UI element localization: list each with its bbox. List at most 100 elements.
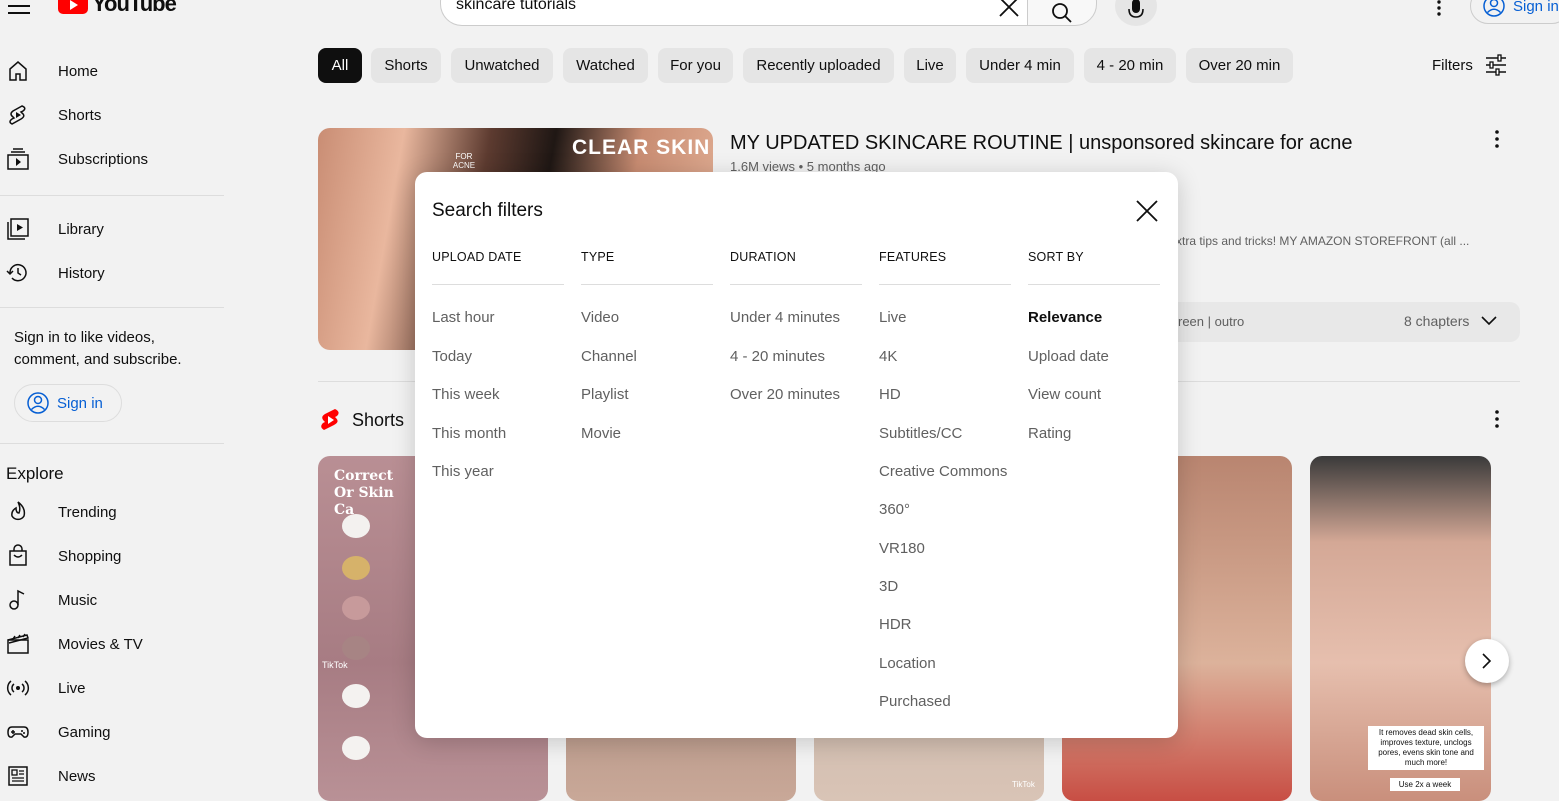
filter-option-under-4-minutes[interactable]: Under 4 minutes bbox=[730, 309, 840, 326]
sort-option-rating[interactable]: Rating bbox=[1028, 425, 1071, 442]
filter-divider bbox=[730, 284, 862, 285]
filter-header-sort-by: SORT BY bbox=[1028, 250, 1084, 264]
filter-option-over-20-minutes[interactable]: Over 20 minutes bbox=[730, 386, 840, 403]
chevron-down-icon bbox=[1481, 316, 1497, 326]
sidebar-label: News bbox=[58, 767, 96, 785]
sidebar-label: Music bbox=[58, 591, 98, 609]
video-menu-icon[interactable] bbox=[1490, 130, 1504, 148]
sign-in-button-header[interactable]: Sign in bbox=[1470, 0, 1559, 24]
chip-unwatched[interactable]: Unwatched bbox=[451, 48, 553, 83]
filter-header-duration: DURATION bbox=[730, 250, 796, 264]
live-icon bbox=[6, 680, 30, 696]
thumbnail-badge: FOR ACNE bbox=[452, 152, 476, 170]
sort-option-relevance[interactable]: Relevance bbox=[1028, 309, 1102, 326]
chip-recently-uploaded[interactable]: Recently uploaded bbox=[743, 48, 894, 83]
chip-for-you[interactable]: For you bbox=[658, 48, 733, 83]
chip-live[interactable]: Live bbox=[904, 48, 956, 83]
sidebar-item-history[interactable]: History bbox=[0, 253, 220, 293]
sidebar-label: Shorts bbox=[58, 106, 102, 124]
filter-option-vr180[interactable]: VR180 bbox=[879, 540, 925, 557]
filter-option-4k[interactable]: 4K bbox=[879, 348, 897, 365]
shopping-icon bbox=[9, 544, 27, 566]
clear-search-icon[interactable] bbox=[996, 0, 1022, 20]
shorts-logo-icon bbox=[321, 409, 339, 430]
filter-option-today[interactable]: Today bbox=[432, 348, 472, 365]
thumbnail-text: CLEAR SKIN bbox=[572, 136, 711, 159]
sidebar-item-subscriptions[interactable]: Subscriptions bbox=[0, 139, 220, 179]
filter-header-upload-date: UPLOAD DATE bbox=[432, 250, 522, 264]
history-icon bbox=[6, 264, 27, 282]
sidebar-item-shorts[interactable]: Shorts bbox=[0, 95, 220, 135]
filter-option-location[interactable]: Location bbox=[879, 655, 936, 672]
filter-option-3d[interactable]: 3D bbox=[879, 578, 898, 595]
filter-option-video[interactable]: Video bbox=[581, 309, 619, 326]
menu-icon[interactable] bbox=[8, 0, 30, 14]
chip-under-4-min[interactable]: Under 4 min bbox=[966, 48, 1074, 83]
sidebar-label: Home bbox=[58, 62, 99, 80]
search-button[interactable] bbox=[1027, 0, 1097, 26]
filter-option-subtitles[interactable]: Subtitles/CC bbox=[879, 425, 962, 442]
filters-label: Filters bbox=[1432, 56, 1473, 74]
shorts-menu-icon[interactable] bbox=[1490, 410, 1504, 428]
sidebar-label: Shopping bbox=[58, 547, 122, 565]
home-icon bbox=[9, 61, 27, 81]
short-caption: It removes dead skin cells, improves tex… bbox=[1368, 726, 1484, 770]
sidebar-label: Trending bbox=[58, 503, 117, 521]
filter-option-creative-commons[interactable]: Creative Commons bbox=[879, 463, 1007, 480]
settings-menu-icon[interactable] bbox=[1432, 0, 1446, 16]
sidebar-item-trending[interactable]: Trending bbox=[0, 492, 220, 532]
filter-option-4-20-minutes[interactable]: 4 - 20 minutes bbox=[730, 348, 825, 365]
filter-option-purchased[interactable]: Purchased bbox=[879, 693, 951, 710]
shorts-section-header: Shorts bbox=[320, 408, 404, 432]
product-swatch bbox=[342, 514, 370, 538]
filter-divider bbox=[581, 284, 713, 285]
filter-option-channel[interactable]: Channel bbox=[581, 348, 637, 365]
sidebar-item-live[interactable]: Live bbox=[0, 668, 220, 708]
sidebar-label: Gaming bbox=[58, 723, 111, 741]
shorts-next-button[interactable] bbox=[1465, 639, 1509, 683]
sidebar-item-library[interactable]: Library bbox=[0, 209, 220, 249]
sidebar-item-home[interactable]: Home bbox=[0, 51, 220, 91]
voice-search-button[interactable] bbox=[1115, 0, 1157, 26]
sidebar-label: History bbox=[58, 264, 105, 282]
chip-shorts[interactable]: Shorts bbox=[371, 48, 441, 83]
filter-option-hd[interactable]: HD bbox=[879, 386, 901, 403]
filter-option-movie[interactable]: Movie bbox=[581, 425, 621, 442]
filter-option-hdr[interactable]: HDR bbox=[879, 616, 912, 633]
filter-option-this-month[interactable]: This month bbox=[432, 425, 506, 442]
filter-option-this-week[interactable]: This week bbox=[432, 386, 500, 403]
filter-option-live[interactable]: Live bbox=[879, 309, 907, 326]
video-title[interactable]: MY UPDATED SKINCARE ROUTINE | unsponsore… bbox=[730, 132, 1352, 155]
youtube-logo[interactable]: YouTube bbox=[58, 0, 177, 16]
sort-option-upload-date[interactable]: Upload date bbox=[1028, 348, 1109, 365]
chip-4-20-min[interactable]: 4 - 20 min bbox=[1084, 48, 1176, 83]
sidebar-item-gaming[interactable]: Gaming bbox=[0, 712, 220, 752]
sidebar-item-news[interactable]: News bbox=[0, 756, 220, 796]
tiktok-watermark: TikTok bbox=[1012, 780, 1035, 789]
sign-in-label: Sign in bbox=[1513, 0, 1559, 15]
subscriptions-icon bbox=[7, 148, 29, 170]
filter-option-playlist[interactable]: Playlist bbox=[581, 386, 629, 403]
chapters-toggle[interactable]: 8 chapters bbox=[1404, 313, 1497, 329]
filters-button[interactable]: Filters bbox=[1432, 54, 1507, 76]
chip-watched[interactable]: Watched bbox=[563, 48, 648, 83]
sidebar-item-shopping[interactable]: Shopping bbox=[0, 536, 220, 576]
trending-icon bbox=[11, 501, 26, 521]
sidebar-label: Live bbox=[58, 679, 86, 697]
top-bar: YouTube skincare tutorials Sign in bbox=[0, 0, 1559, 30]
filter-option-last-hour[interactable]: Last hour bbox=[432, 309, 495, 326]
sidebar-item-music[interactable]: Music bbox=[0, 580, 220, 620]
filter-option-this-year[interactable]: This year bbox=[432, 463, 494, 480]
chip-all[interactable]: All bbox=[318, 48, 362, 83]
sort-option-view-count[interactable]: View count bbox=[1028, 386, 1101, 403]
close-icon[interactable] bbox=[1133, 197, 1161, 225]
search-query[interactable]: skincare tutorials bbox=[456, 0, 576, 14]
sign-in-button-sidebar[interactable]: Sign in bbox=[14, 384, 122, 422]
sidebar-label: Library bbox=[58, 220, 104, 238]
sidebar-label: Movies & TV bbox=[58, 635, 143, 653]
chip-over-20-min[interactable]: Over 20 min bbox=[1186, 48, 1293, 83]
sidebar-item-movies[interactable]: Movies & TV bbox=[0, 624, 220, 664]
tiktok-watermark: TikTok bbox=[322, 660, 348, 670]
account-icon bbox=[27, 392, 49, 414]
filter-option-360[interactable]: 360° bbox=[879, 501, 910, 518]
